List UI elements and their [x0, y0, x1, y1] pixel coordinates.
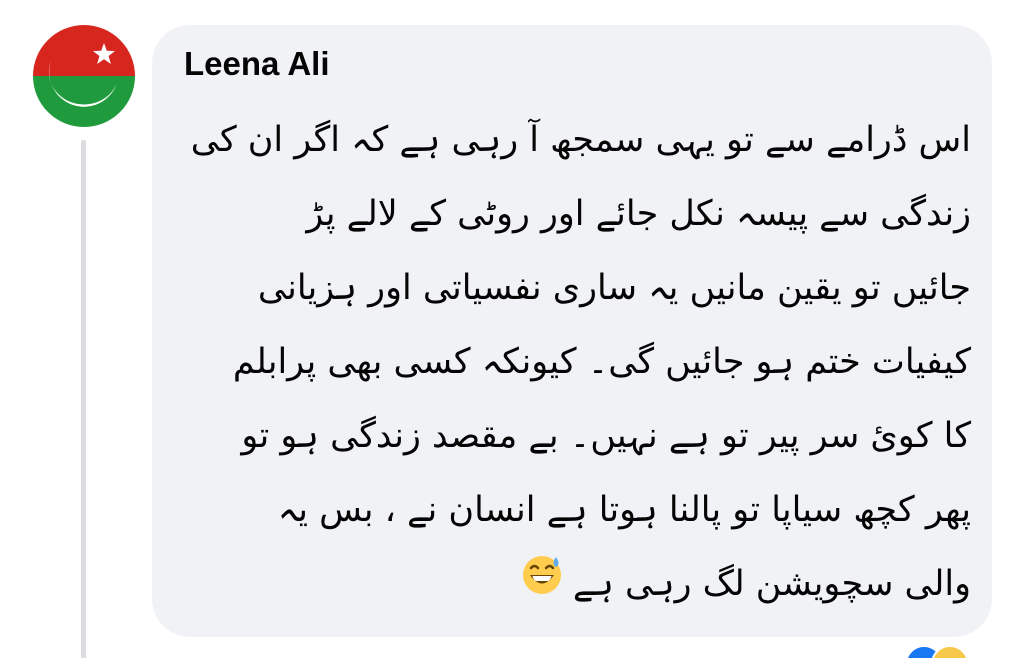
comment-author-name[interactable]: Leena Ali	[184, 45, 330, 83]
comment-thread: Leena Ali اس ڈرامے سے تو یہی سمجھ آ رہی …	[0, 0, 1024, 658]
crescent-star-flag-icon	[33, 25, 135, 127]
thread-connector-line	[81, 140, 86, 658]
grinning-face-with-sweat-icon	[521, 548, 563, 622]
comment-line: پھر کچھ سیاپا تو پالنا ہوتا ہے انسان نے …	[277, 490, 971, 530]
comment-line: کیفیات ختم ہو جائیں گی۔ کیونکہ کسی بھی پ…	[232, 342, 971, 382]
comment-bubble: Leena Ali اس ڈرامے سے تو یہی سمجھ آ رہی …	[152, 25, 992, 637]
haha-reaction-icon	[931, 645, 969, 658]
comment-line: زندگی سے پیسہ نکل جائے اور روٹی کے لالے …	[306, 194, 971, 234]
comment-line-text: والی سچویشن لگ رہی ہے	[572, 564, 971, 604]
comment-line: جائیں تو یقین مانیں یہ ساری نفسیاتی اور …	[257, 268, 971, 308]
avatar[interactable]	[33, 25, 135, 127]
comment-body: اس ڈرامے سے تو یہی سمجھ آ رہی ہے کہ اگر …	[176, 103, 971, 622]
comment-line: اس ڈرامے سے تو یہی سمجھ آ رہی ہے کہ اگر …	[190, 120, 971, 160]
comment-last-line: والی سچویشن لگ رہی ہے	[176, 547, 971, 622]
reaction-summary[interactable]	[905, 645, 985, 658]
comment-line: کا کوئ سر پیر تو ہے نہیں۔ بے مقصد زندگی …	[241, 416, 971, 456]
